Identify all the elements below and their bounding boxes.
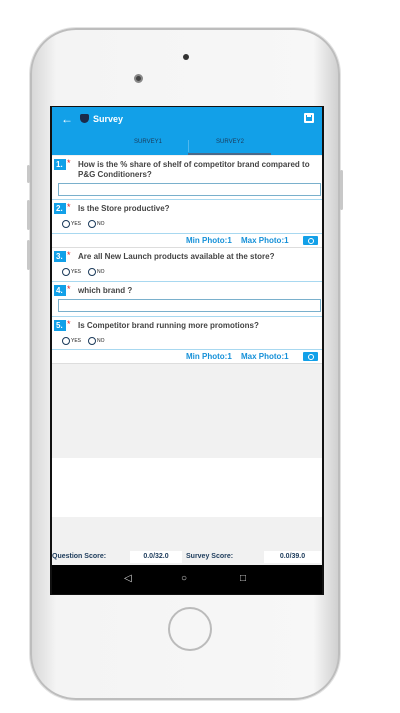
question-text: How is the % share of shelf of competito…: [78, 160, 310, 179]
radio-label: NO: [97, 269, 105, 275]
question-4: 4. * which brand ?: [52, 282, 322, 317]
max-photo-label: Max Photo:1: [241, 236, 289, 245]
required-marker: *: [67, 202, 71, 212]
question-text: which brand ?: [78, 286, 133, 295]
question-1: 1. * How is the % share of shelf of comp…: [52, 156, 322, 200]
tab-survey1[interactable]: SURVEY1: [107, 139, 189, 145]
question-5: 5. * Is Competitor brand running more pr…: [52, 317, 322, 350]
blank-panel: [52, 458, 322, 517]
front-camera: [134, 74, 143, 83]
question-text: Is Competitor brand running more promoti…: [78, 321, 259, 330]
question-score-label: Question Score:: [52, 553, 107, 560]
score-bar: Question Score: 0.0/32.0 Survey Score: 0…: [52, 550, 322, 564]
photo-row: Min Photo:1 Max Photo:1: [52, 234, 322, 248]
question-text: Are all New Launch products available at…: [78, 252, 275, 261]
power-button: [340, 170, 343, 210]
mute-switch: [27, 165, 30, 183]
speaker: [183, 54, 189, 60]
nav-recent-icon[interactable]: □: [240, 573, 246, 584]
max-photo-label: Max Photo:1: [241, 352, 289, 361]
question-2: 2. * Is the Store productive? YES NO: [52, 200, 322, 234]
camera-icon[interactable]: [303, 352, 318, 361]
tab-survey2[interactable]: SURVEY2: [189, 139, 271, 145]
shield-logo-icon: [80, 114, 89, 123]
radio-no[interactable]: NO: [88, 220, 105, 228]
required-marker: *: [67, 284, 71, 294]
required-marker: *: [67, 250, 71, 260]
question-number: 3.: [54, 251, 66, 262]
save-icon[interactable]: [304, 113, 314, 123]
question-number: 4.: [54, 285, 66, 296]
radio-yes[interactable]: YES: [62, 268, 81, 276]
question-number: 1.: [54, 159, 66, 170]
radio-no[interactable]: NO: [88, 337, 105, 345]
question-3: 3. * Are all New Launch products availab…: [52, 248, 322, 282]
required-marker: *: [67, 319, 71, 329]
arrow-left-icon[interactable]: ←: [61, 112, 73, 126]
answer-input[interactable]: [58, 183, 321, 196]
required-marker: *: [67, 158, 71, 168]
radio-label: NO: [97, 338, 105, 344]
nav-home-icon[interactable]: ○: [181, 573, 187, 584]
question-text: Is the Store productive?: [78, 204, 170, 213]
answer-input[interactable]: [58, 299, 321, 312]
radio-label: YES: [71, 269, 82, 275]
survey-score-label: Survey Score:: [186, 553, 234, 560]
page-title: Survey: [93, 114, 124, 124]
volume-down-button: [27, 240, 30, 270]
radio-no[interactable]: NO: [88, 268, 105, 276]
question-number: 2.: [54, 203, 66, 214]
min-photo-label: Min Photo:1: [186, 352, 232, 361]
radio-label: YES: [71, 338, 82, 344]
radio-label: NO: [97, 221, 105, 227]
nav-back-icon[interactable]: ◁: [124, 573, 132, 584]
home-button[interactable]: [168, 607, 212, 651]
camera-icon[interactable]: [303, 236, 318, 245]
survey-app: ← Survey SURVEY1 SURVEY2 1. * How is the…: [52, 107, 322, 565]
app-bar: ← Survey SURVEY1 SURVEY2: [52, 107, 322, 155]
screen: ← Survey SURVEY1 SURVEY2 1. * How is the…: [50, 106, 324, 595]
question-score-value: 0.0/32.0: [130, 551, 182, 563]
radio-yes[interactable]: YES: [62, 220, 81, 228]
survey-score-value: 0.0/39.0: [264, 551, 321, 563]
android-nav-bar: ◁ ○ □: [52, 565, 322, 594]
photo-row: Min Photo:1 Max Photo:1: [52, 350, 322, 364]
volume-up-button: [27, 200, 30, 230]
active-tab-indicator: [188, 153, 271, 155]
radio-label: YES: [71, 221, 82, 227]
question-number: 5.: [54, 320, 66, 331]
radio-yes[interactable]: YES: [62, 337, 81, 345]
min-photo-label: Min Photo:1: [186, 236, 232, 245]
